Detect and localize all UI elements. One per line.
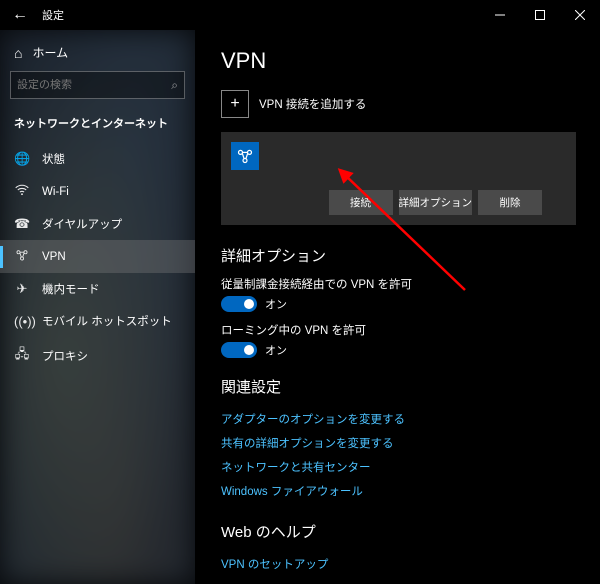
sidebar-item-hotspot[interactable]: ((•)) モバイル ホットスポット [0,305,195,337]
sidebar-item-label: VPN [42,251,66,263]
advanced-options-button[interactable]: 詳細オプション [399,190,473,215]
related-section-title: 関連設定 [221,376,576,397]
link-adapter-options[interactable]: アダプターのオプションを変更する [221,407,576,431]
metered-toggle[interactable] [221,296,257,312]
vpn-connection-card[interactable]: 接続 詳細オプション 削除 [221,132,576,225]
maximize-button[interactable] [520,0,560,30]
home-label: ホーム [32,44,68,61]
webhelp-section-title: Web のヘルプ [221,521,576,542]
delete-button[interactable]: 削除 [478,190,542,215]
metered-toggle-state: オン [265,296,287,312]
airplane-icon: ✈ [14,281,30,297]
home-button[interactable]: ⌂ ホーム [0,38,195,71]
vpn-icon [14,248,30,265]
category-label: ネットワークとインターネット [0,111,195,143]
link-sharing-options[interactable]: 共有の詳細オプションを変更する [221,431,576,455]
metered-option-label: 従量制課金接続経由での VPN を許可 [221,276,576,292]
back-button[interactable]: ← [10,6,30,24]
sidebar-item-status[interactable]: 🌐 状態 [0,143,195,175]
connect-button[interactable]: 接続 [329,190,393,215]
link-vpn-setup[interactable]: VPN のセットアップ [221,552,576,576]
add-vpn-row[interactable]: + VPN 接続を追加する [221,90,576,118]
sidebar-item-airplane[interactable]: ✈ 機内モード [0,273,195,305]
roaming-option-label: ローミング中の VPN を許可 [221,322,576,338]
sidebar-item-wifi[interactable]: Wi-Fi [0,175,195,208]
link-network-center[interactable]: ネットワークと共有センター [221,455,576,479]
sidebar-item-dialup[interactable]: ☎ ダイヤルアップ [0,208,195,240]
vpn-connection-icon [231,142,259,170]
home-icon: ⌂ [14,45,22,61]
minimize-button[interactable] [480,0,520,30]
window-title: 設定 [42,7,64,23]
sidebar-item-label: プロキシ [42,348,88,364]
sidebar-item-label: 機内モード [42,281,100,297]
sidebar-item-label: Wi-Fi [42,186,69,198]
link-windows-firewall[interactable]: Windows ファイアウォール [221,479,576,503]
dialup-icon: ☎ [14,216,30,232]
settings-search[interactable]: ⌕ [10,71,185,99]
sidebar-item-label: 状態 [42,151,65,167]
wifi-icon [14,183,30,200]
close-button[interactable] [560,0,600,30]
advanced-section-title: 詳細オプション [221,245,576,266]
roaming-toggle[interactable] [221,342,257,358]
sidebar-item-label: モバイル ホットスポット [42,313,172,329]
hotspot-icon: ((•)) [14,314,30,329]
proxy-icon: 🖧 [14,345,30,367]
roaming-toggle-state: オン [265,342,287,358]
status-icon: 🌐 [14,151,30,167]
sidebar-item-vpn[interactable]: VPN [0,240,195,273]
add-vpn-label: VPN 接続を追加する [259,96,366,112]
page-heading: VPN [221,48,576,74]
search-icon: ⌕ [171,78,178,93]
search-input[interactable] [17,79,171,91]
sidebar-item-proxy[interactable]: 🖧 プロキシ [0,337,195,375]
add-icon: + [221,90,249,118]
sidebar-item-label: ダイヤルアップ [42,216,122,232]
